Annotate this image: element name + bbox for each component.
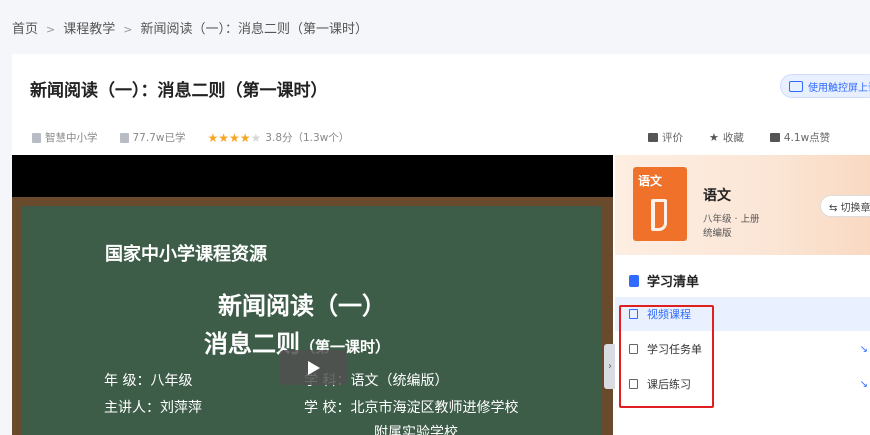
course-meta: 智慧中小学 77.7w已学 ★★★★★ 3.8分（1.3w个）	[32, 130, 371, 145]
comment-icon	[648, 133, 658, 142]
blackboard-frame: 国家中小学课程资源 新闻阅读（一） 消息二则（第一课时） 年 级：八年级 学 科…	[12, 197, 613, 435]
source-label: 智慧中小学	[45, 132, 98, 144]
breadcrumb-separator: >	[123, 23, 133, 36]
study-item-task-sheet[interactable]: 学习任务单 ↘	[615, 332, 870, 366]
course-sidebar: 语文 语文 八年级 · 上册 统编版 ⇆ 切换章节 学习清单 视频课程 学习任务…	[615, 155, 870, 435]
book-icon	[32, 132, 41, 143]
like-count: 4.1w点赞	[783, 132, 831, 144]
subject-name: 语文	[703, 188, 731, 204]
video-file-icon	[629, 309, 638, 319]
star-filled-icon: ★	[239, 130, 251, 145]
breadcrumb-home[interactable]: 首页	[12, 22, 38, 37]
subject-cover: 语文	[633, 167, 687, 241]
comment-label: 评价	[662, 132, 683, 144]
subject-edition: 统编版	[703, 228, 732, 239]
breadcrumb-current: 新闻阅读（一）：消息二则（第一课时）	[140, 22, 368, 37]
course-card: 新闻阅读（一）：消息二则（第一课时） 使用触控屏上课 智慧中小学 77.7w已学…	[12, 54, 870, 435]
source-info: 智慧中小学	[32, 130, 98, 145]
thumbs-up-icon	[769, 133, 780, 142]
screen-icon	[789, 80, 803, 92]
action-bar: 评价 ★ 收藏 4.1w点赞	[648, 130, 856, 145]
study-list-title: 学习清单	[647, 275, 700, 290]
chevron-icon: ↘	[859, 343, 868, 355]
favorite-button[interactable]: ★ 收藏	[709, 130, 744, 145]
study-item-label: 学习任务单	[647, 343, 702, 356]
chevron-icon: ↘	[859, 378, 868, 390]
star-filled-icon: ★	[207, 130, 219, 145]
views-label: 77.7w已学	[132, 132, 186, 144]
document-icon	[119, 132, 129, 143]
use-touchscreen-button[interactable]: 使用触控屏上课	[780, 74, 870, 98]
blackboard: 国家中小学课程资源 新闻阅读（一） 消息二则（第一课时） 年 级：八年级 学 科…	[22, 206, 601, 435]
breadcrumb-separator: >	[46, 23, 56, 36]
study-item-video[interactable]: 视频课程	[615, 297, 870, 331]
breadcrumb-course-teaching[interactable]: 课程教学	[63, 22, 115, 37]
page-title: 新闻阅读（一）：消息二则（第一课时）	[30, 81, 328, 101]
subject-grade: 八年级 · 上册	[703, 214, 760, 225]
study-item-exercise[interactable]: 课后练习 ↘	[615, 367, 870, 401]
clipboard-icon	[629, 344, 638, 354]
favorite-label: 收藏	[722, 132, 744, 144]
star-empty-icon: ★	[250, 130, 262, 145]
list-icon	[629, 274, 639, 287]
board-speaker: 主讲人：刘萍萍	[104, 400, 202, 416]
play-button[interactable]	[279, 350, 347, 385]
switch-chapter-button[interactable]: ⇆ 切换章节	[820, 195, 870, 217]
chevron-right-icon: ›	[608, 361, 612, 372]
rating-stars: ★★★★★	[207, 131, 261, 145]
subject-banner: 语文 语文 八年级 · 上册 统编版 ⇆ 切换章节	[615, 155, 870, 255]
video-player[interactable]: 国家中小学课程资源 新闻阅读（一） 消息二则（第一课时） 年 级：八年级 学 科…	[12, 155, 613, 435]
book-cover-icon	[651, 199, 667, 231]
use-touchscreen-label: 使用触控屏上课	[808, 82, 870, 94]
star-filled-icon: ★	[229, 130, 240, 145]
views-info: 77.7w已学	[119, 130, 186, 145]
study-list-heading: 学习清单	[629, 271, 699, 290]
rating-text: 3.8分（1.3w个）	[265, 132, 350, 144]
breadcrumb: 首页 > 课程教学 > 新闻阅读（一）：消息二则（第一课时）	[12, 18, 368, 37]
board-title: 新闻阅读（一）	[218, 292, 386, 320]
board-school: 学 校：北京市海淀区教师进修学校	[304, 400, 519, 416]
star-icon: ★	[709, 131, 719, 144]
board-school-cont: 附属实验学校	[374, 425, 458, 435]
clipboard-icon	[629, 379, 638, 389]
board-org: 国家中小学课程资源	[105, 244, 267, 265]
comment-button[interactable]: 评价	[648, 130, 683, 145]
board-grade: 年 级：八年级	[104, 373, 193, 389]
star-filled-icon: ★	[218, 130, 229, 145]
cover-label: 语文	[638, 174, 663, 188]
study-item-label: 视频课程	[647, 308, 691, 321]
like-button[interactable]: 4.1w点赞	[769, 130, 831, 145]
study-item-label: 课后练习	[647, 378, 691, 391]
rating-info: ★★★★★ 3.8分（1.3w个）	[207, 130, 349, 145]
